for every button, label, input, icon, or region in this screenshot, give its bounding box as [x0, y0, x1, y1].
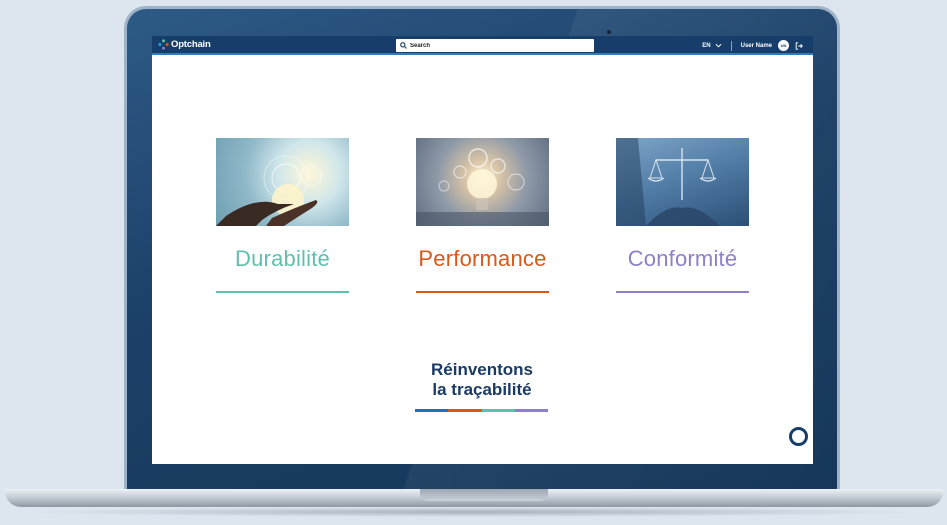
tagline-line1: Réinventons	[430, 360, 534, 379]
language-selector[interactable]: EN	[702, 42, 722, 49]
card-durabilite[interactable]: Durabilité	[216, 138, 349, 293]
card-title-conformite: Conformité	[627, 246, 738, 271]
optchain-logo-icon	[158, 39, 169, 50]
card-underline	[416, 291, 549, 293]
user-name[interactable]: User Name	[741, 43, 772, 49]
avatar[interactable]: UN	[778, 40, 789, 51]
logo[interactable]: Optchain	[158, 39, 211, 50]
header-right: EN User Name UN	[702, 36, 803, 55]
card-conformite[interactable]: Conformité	[616, 138, 749, 293]
chat-icon[interactable]	[789, 427, 808, 446]
chevron-down-icon	[715, 43, 722, 48]
bar-segment-blue	[415, 409, 449, 412]
language-label: EN	[702, 42, 711, 49]
card-performance[interactable]: Performance	[416, 138, 549, 293]
bar-segment-purple	[514, 409, 548, 412]
hands-light-icon	[216, 155, 322, 226]
card-underline	[216, 291, 349, 293]
card-image-durabilite	[216, 138, 349, 226]
logout-icon[interactable]	[795, 41, 803, 50]
app-header: Optchain EN User Name UN	[152, 36, 813, 55]
app-screen: Optchain EN User Name UN	[152, 36, 813, 464]
card-image-performance	[416, 138, 549, 226]
camera	[607, 30, 611, 34]
search-icon	[400, 42, 407, 49]
logo-text: Optchain	[171, 39, 211, 50]
avatar-initials: UN	[780, 43, 787, 48]
scales-of-justice-icon	[616, 138, 720, 226]
card-underline	[616, 291, 749, 293]
search-input[interactable]	[410, 42, 580, 49]
card-title-performance: Performance	[418, 246, 547, 271]
header-divider	[730, 40, 732, 51]
card-title-durabilite: Durabilité	[235, 246, 330, 271]
laptop-notch	[420, 489, 548, 501]
tagline-line2: la traçabilité	[432, 380, 532, 399]
laptop-shadow	[20, 507, 928, 517]
tagline-color-bar	[415, 409, 548, 412]
tagline: Réinventons la traçabilité	[414, 360, 550, 400]
bar-segment-orange	[448, 409, 482, 412]
search-box[interactable]	[396, 39, 594, 52]
card-image-conformite	[616, 138, 749, 226]
lightbulb-gears-icon	[416, 148, 549, 226]
bar-segment-teal	[481, 409, 515, 412]
